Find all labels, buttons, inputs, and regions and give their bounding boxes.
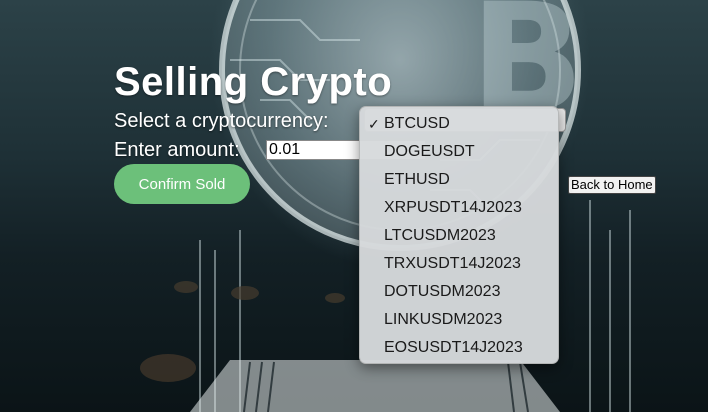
dropdown-option[interactable]: ✓ BTCUSD [360, 110, 558, 138]
option-label: LINKUSDM2023 [384, 311, 503, 328]
dropdown-option[interactable]: EOSUSDT14J2023 [360, 334, 558, 362]
confirm-sold-button[interactable]: Confirm Sold [114, 164, 250, 204]
dropdown-option[interactable]: TRXUSDT14J2023 [360, 250, 558, 278]
option-label: XRPUSDT14J2023 [384, 199, 522, 216]
select-crypto-label: Select a cryptocurrency: [114, 110, 329, 132]
option-label: DOGEUSDT [384, 143, 475, 160]
crypto-dropdown-menu: ✓ BTCUSD DOGEUSDT ETHUSD XRPUSDT14J2023 … [359, 106, 559, 364]
dropdown-option[interactable]: LINKUSDM2023 [360, 306, 558, 334]
back-to-home-button[interactable]: Back to Home [568, 176, 656, 194]
option-label: EOSUSDT14J2023 [384, 339, 523, 356]
checkmark-icon: ✓ [368, 116, 380, 132]
dropdown-option[interactable]: LTCUSDM2023 [360, 222, 558, 250]
dropdown-option[interactable]: ETHUSD [360, 166, 558, 194]
option-label: TRXUSDT14J2023 [384, 255, 521, 272]
page-title: Selling Crypto [114, 60, 393, 104]
option-label: ETHUSD [384, 171, 450, 188]
amount-label: Enter amount: [114, 139, 240, 161]
option-label: DOTUSDM2023 [384, 283, 501, 300]
dropdown-option[interactable]: DOTUSDM2023 [360, 278, 558, 306]
option-label: LTCUSDM2023 [384, 227, 496, 244]
option-label: BTCUSD [384, 115, 450, 132]
sell-crypto-page: Selling Crypto Select a cryptocurrency: … [0, 0, 708, 412]
dropdown-option[interactable]: XRPUSDT14J2023 [360, 194, 558, 222]
dropdown-option[interactable]: DOGEUSDT [360, 138, 558, 166]
